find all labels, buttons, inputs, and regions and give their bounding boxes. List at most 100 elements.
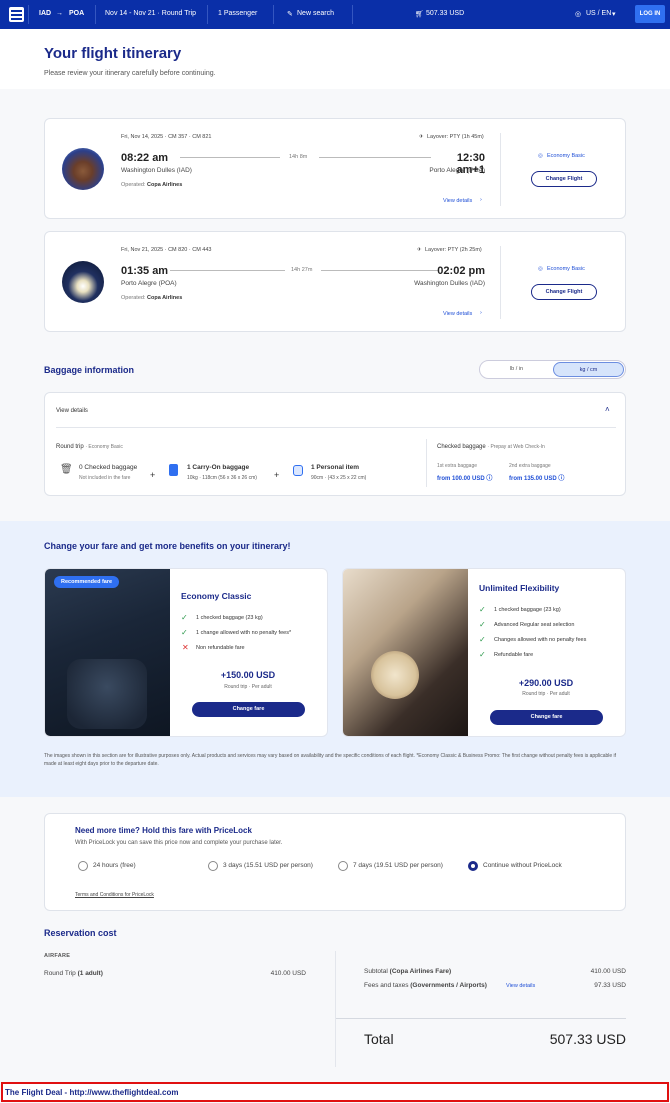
chevron-down-icon[interactable]: ▾ — [612, 10, 616, 18]
change-fare-button[interactable]: Change fare — [490, 710, 603, 725]
upgrade-title: Change your fare and get more benefits o… — [44, 541, 291, 551]
view-details-link[interactable]: View details — [443, 198, 472, 204]
flight-card-return: Fri, Nov 21, 2025 · CM 820 · CM 443 ✈ La… — [44, 231, 626, 332]
fees-view-details-link[interactable]: View details — [506, 983, 535, 989]
footer-link[interactable]: The Flight Deal - http://www.theflightde… — [5, 1088, 178, 1097]
checked-bag-sub: Not included in the fare — [79, 475, 131, 481]
plane-icon: ✈ — [417, 247, 422, 253]
globe-icon: ◎ — [575, 11, 582, 18]
view-details-link[interactable]: View details — [443, 311, 472, 317]
unit-metric[interactable]: kg / cm — [553, 362, 624, 377]
round-trip-label: Round trip — [56, 444, 84, 450]
cost-title: Reservation cost — [44, 928, 117, 938]
benefit-item: 1 checked baggage (23 kg) — [494, 607, 561, 613]
second-extra-price[interactable]: from 135.00 USD ⓘ — [509, 473, 564, 482]
divider — [335, 951, 336, 1067]
check-icon: ✓ — [479, 635, 486, 644]
unit-toggle[interactable]: lb / in kg / cm — [479, 360, 626, 379]
fare-family-icon: ◎ — [538, 153, 543, 159]
unit-imperial[interactable]: lb / in — [480, 361, 553, 378]
info-icon[interactable]: ⓘ — [486, 476, 492, 482]
trip-dates[interactable]: Nov 14 - Nov 21 · Round Trip — [105, 10, 196, 17]
change-flight-button[interactable]: Change Flight — [531, 284, 597, 300]
info-icon[interactable]: ⓘ — [558, 476, 564, 482]
subtotal-label: Subtotal — [364, 968, 388, 975]
copa-logo-icon[interactable] — [9, 7, 24, 22]
baggage-view-details[interactable]: View details — [56, 408, 88, 414]
radio-3d[interactable] — [208, 861, 218, 871]
layover-info: Layover: PTY (2h 25m) — [425, 247, 482, 253]
benefit-item: Advanced Regular seat selection — [494, 622, 575, 628]
option-7d-label[interactable]: 7 days (19.51 USD per person) — [353, 862, 443, 869]
divider — [426, 439, 427, 487]
plus-icon: + — [274, 470, 280, 480]
carry-on-title: 1 Carry-On baggage — [187, 464, 250, 471]
fare-family: Economy Basic — [547, 153, 585, 159]
departure-time: 01:35 am — [121, 265, 169, 277]
arrow-right-icon: → — [56, 10, 63, 17]
destination-code: POA — [69, 10, 85, 17]
total-label: Total — [364, 1031, 394, 1047]
change-fare-button[interactable]: Change fare — [192, 702, 305, 717]
chevron-right-icon[interactable]: › — [480, 197, 482, 203]
destination-airport: Porto Alegre (POA) — [429, 167, 485, 174]
total-amount: 507.33 USD — [549, 1031, 626, 1047]
route-line — [321, 270, 439, 271]
radio-7d[interactable] — [338, 861, 348, 871]
baggage-card: View details ˄ Round trip · Economy Basi… — [44, 392, 626, 496]
backpack-icon — [293, 465, 303, 476]
first-extra-label: 1st extra baggage — [437, 463, 478, 469]
change-flight-button[interactable]: Change Flight — [531, 171, 597, 187]
option-continue-label[interactable]: Continue without PriceLock — [483, 862, 562, 869]
divider — [352, 5, 353, 24]
subtotal-desc: (Copa Airlines Fare) — [389, 968, 452, 975]
fare-name: Economy Classic — [181, 591, 252, 601]
divider — [28, 5, 29, 24]
option-3d-label[interactable]: 3 days (15.51 USD per person) — [223, 862, 313, 869]
operator-name: Copa Airlines — [147, 182, 183, 188]
seat-photo — [45, 569, 170, 736]
passenger-count[interactable]: 1 Passenger — [218, 10, 257, 17]
benefit-item: Changes allowed with no penalty fees — [494, 637, 587, 643]
layover-info: Layover: PTY (1h 45m) — [427, 134, 484, 140]
benefit-item: Refundable fare — [494, 652, 534, 658]
fare-name: Unlimited Flexibility — [479, 583, 560, 593]
header-total[interactable]: 507.33 USD — [426, 10, 464, 17]
flight-card-outbound: Fri, Nov 14, 2025 · CM 357 · CM 821 ✈ La… — [44, 118, 626, 219]
chevron-up-icon[interactable]: ˄ — [605, 405, 610, 414]
traveler-photo — [343, 569, 468, 736]
benefit-item: 1 checked baggage (23 kg) — [196, 615, 263, 621]
prepay-note: · Prepay at Web Check-In — [487, 444, 545, 450]
checked-baggage-header: Checked baggage — [437, 444, 486, 450]
pricelock-subtitle: With PriceLock you can save this price n… — [75, 840, 283, 846]
fare-family-icon: ◎ — [538, 266, 543, 272]
fare-label: · Economy Basic — [85, 444, 123, 450]
radio-continue-selected[interactable] — [468, 861, 478, 871]
check-icon: ✓ — [479, 620, 486, 629]
fare-family: Economy Basic — [547, 266, 585, 272]
fare-price: +290.00 USD — [518, 678, 574, 688]
radio-24h[interactable] — [78, 861, 88, 871]
pencil-icon[interactable]: ✎ — [287, 10, 293, 18]
flight-duration: 14h 8m — [289, 154, 308, 160]
fees-label: Fees and taxes — [364, 982, 409, 989]
operated-label: Operated: — [121, 295, 146, 301]
divider — [273, 5, 274, 24]
pricelock-terms-link[interactable]: Terms and Conditions for PriceLock — [75, 892, 154, 898]
origin-code: IAD — [39, 10, 52, 17]
option-24h-label[interactable]: 24 hours (free) — [93, 862, 136, 869]
route-line — [180, 157, 280, 158]
operated-label: Operated: — [121, 182, 146, 188]
chevron-right-icon[interactable]: › — [480, 310, 482, 316]
first-extra-price[interactable]: from 100.00 USD ⓘ — [437, 473, 492, 482]
new-search-link[interactable]: New search — [297, 10, 334, 17]
fare-per: Round trip · Per adult — [522, 691, 570, 697]
carry-on-sub: 10kg · 118cm (56 x 36 x 26 cm) — [187, 475, 257, 481]
pricelock-card: Need more time? Hold this fare with Pric… — [44, 813, 626, 911]
flight-date: Fri, Nov 14, 2025 · CM 357 · CM 821 — [121, 134, 212, 140]
check-icon: ✓ — [479, 605, 486, 614]
login-button[interactable]: LOG IN — [635, 5, 665, 23]
origin-airport: Washington Dulles (IAD) — [121, 167, 192, 174]
locale-selector[interactable]: US / EN — [586, 10, 611, 17]
fare-price: +150.00 USD — [220, 670, 276, 680]
